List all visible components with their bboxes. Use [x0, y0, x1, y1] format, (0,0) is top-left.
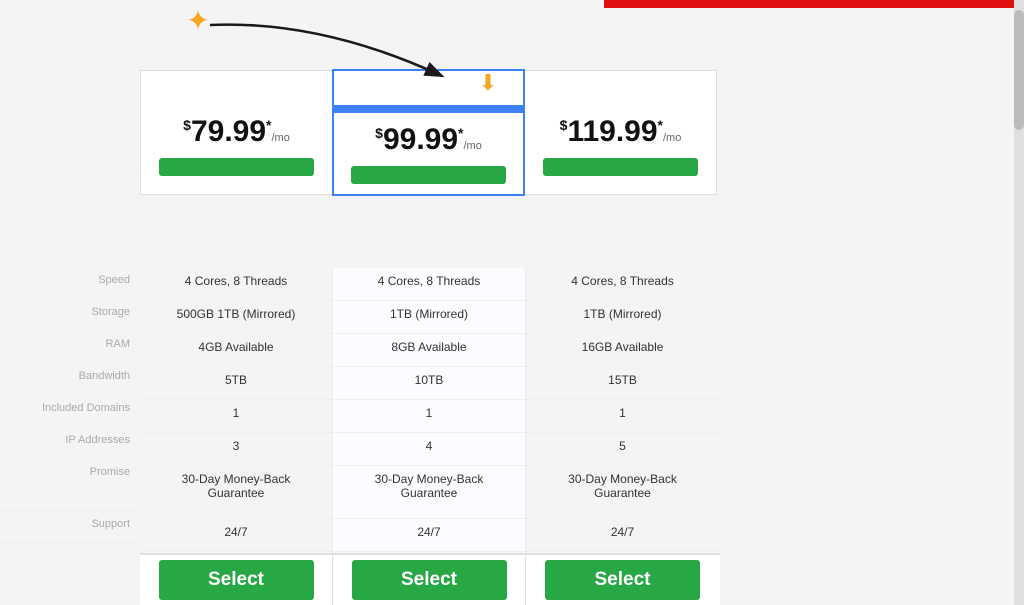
feature-cell-7-0: 24/7 [140, 519, 333, 551]
plan-standard: $79.99*/mo [140, 70, 333, 195]
feature-cell-5-0: 3 [140, 433, 333, 465]
feature-cell-6-2: 30-Day Money-Back Guarantee [526, 466, 719, 518]
bottom-select-cell-1: Select [333, 555, 526, 605]
bottom-select-cell-0: Select [140, 555, 333, 605]
standard-price-block: $79.99*/mo [141, 105, 332, 152]
feature-label-7: Support [0, 512, 140, 544]
standard-current-price: $79.99*/mo [149, 115, 324, 148]
plans-header: $79.99*/mo $99.99*/mo $119.99*/mo [140, 70, 720, 195]
feature-label-5: IP Addresses [0, 428, 140, 460]
feature-labels: SpeedStorageRAMBandwidthIncluded Domains… [0, 268, 140, 544]
bottom-select-buttons: Select Select Select [140, 553, 720, 605]
feature-cell-7-1: 24/7 [333, 519, 526, 551]
feature-cell-2-2: 16GB Available [526, 334, 719, 366]
feature-cell-0-1: 4 Cores, 8 Threads [333, 268, 526, 300]
feature-cell-5-2: 5 [526, 433, 719, 465]
feature-cell-3-0: 5TB [140, 367, 333, 399]
feature-cell-2-0: 4GB Available [140, 334, 333, 366]
feature-cell-4-1: 1 [333, 400, 526, 432]
standard-select-top-button[interactable] [159, 158, 314, 176]
feature-row-0: 4 Cores, 8 Threads4 Cores, 8 Threads4 Co… [140, 268, 720, 301]
feature-row-7: 24/724/724/7 [140, 519, 720, 552]
promo-banner [604, 0, 1024, 8]
recommended-badge [334, 105, 523, 113]
feature-cell-2-1: 8GB Available [333, 334, 526, 366]
premium-price-block: $119.99*/mo [525, 105, 716, 152]
feature-row-6: 30-Day Money-Back Guarantee30-Day Money-… [140, 466, 720, 519]
feature-cell-6-0: 30-Day Money-Back Guarantee [140, 466, 333, 518]
plan-enhanced: $99.99*/mo [332, 69, 525, 196]
bottom-select-cell-2: Select [526, 555, 719, 605]
enhanced-select-top-button[interactable] [351, 166, 506, 184]
enhanced-current-price: $99.99*/mo [342, 123, 515, 156]
feature-row-2: 4GB Available8GB Available16GB Available [140, 334, 720, 367]
scrollbar[interactable] [1014, 0, 1024, 605]
feature-cell-4-0: 1 [140, 400, 333, 432]
feature-label-4: Included Domains [0, 396, 140, 428]
standard-select-bottom-button[interactable]: Select [159, 560, 314, 600]
plan-premium: $119.99*/mo [524, 70, 717, 195]
feature-cell-5-1: 4 [333, 433, 526, 465]
feature-row-1: 500GB 1TB (Mirrored)1TB (Mirrored)1TB (M… [140, 301, 720, 334]
enhanced-select-bottom-button[interactable]: Select [352, 560, 507, 600]
feature-cell-0-2: 4 Cores, 8 Threads [526, 268, 719, 300]
feature-cell-1-1: 1TB (Mirrored) [333, 301, 526, 333]
scrollbar-thumb[interactable] [1014, 10, 1024, 130]
premium-current-price: $119.99*/mo [533, 115, 708, 148]
premium-title-row [525, 71, 716, 105]
feature-label-2: RAM [0, 332, 140, 364]
premium-select-bottom-button[interactable]: Select [545, 560, 700, 600]
enhanced-title-row [334, 71, 523, 105]
premium-select-top-button[interactable] [543, 158, 698, 176]
enhanced-price-block: $99.99*/mo [334, 113, 523, 160]
feature-label-0: Speed [0, 268, 140, 300]
feature-cell-1-0: 500GB 1TB (Mirrored) [140, 301, 333, 333]
feature-row-5: 345 [140, 433, 720, 466]
feature-cell-3-1: 10TB [333, 367, 526, 399]
feature-label-3: Bandwidth [0, 364, 140, 396]
feature-cell-1-2: 1TB (Mirrored) [526, 301, 719, 333]
feature-cell-3-2: 15TB [526, 367, 719, 399]
feature-cell-7-2: 24/7 [526, 519, 719, 551]
feature-label-1: Storage [0, 300, 140, 332]
feature-label-6: Promise [0, 460, 140, 512]
svg-text:✦: ✦ [186, 5, 209, 36]
feature-cell-4-2: 1 [526, 400, 719, 432]
feature-cell-6-1: 30-Day Money-Back Guarantee [333, 466, 526, 518]
feature-cell-0-0: 4 Cores, 8 Threads [140, 268, 333, 300]
feature-data: 4 Cores, 8 Threads4 Cores, 8 Threads4 Co… [140, 268, 720, 552]
feature-row-3: 5TB10TB15TB [140, 367, 720, 400]
feature-row-4: 111 [140, 400, 720, 433]
standard-title-row [141, 71, 332, 105]
